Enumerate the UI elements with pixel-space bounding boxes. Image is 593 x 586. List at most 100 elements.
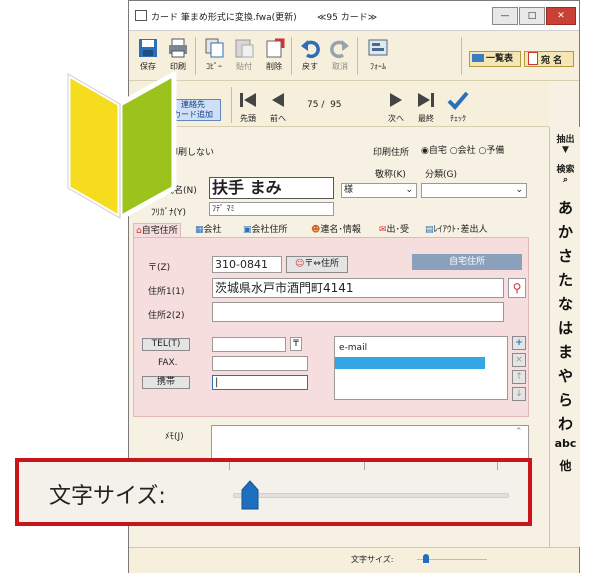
- skip-last-icon: [418, 93, 434, 107]
- window-title: カード 筆まめ形式に変換.fwa(更新): [151, 13, 297, 23]
- tab-home-address[interactable]: ⌂自宅住所: [133, 223, 181, 237]
- name-field[interactable]: 扶手 まみ: [209, 177, 334, 199]
- radio-company[interactable]: ○会社: [450, 146, 476, 156]
- category-select[interactable]: ⌄: [421, 183, 527, 198]
- tab-sent-received[interactable]: ✉出･受: [377, 223, 411, 237]
- honorific-value: 様: [344, 185, 354, 195]
- mail-icon: ✉: [379, 225, 387, 235]
- minimize-button[interactable]: —: [492, 7, 518, 25]
- form-button[interactable]: ﾌｫｰﾑ: [363, 35, 393, 77]
- index-ra[interactable]: ら: [550, 389, 581, 410]
- email-label: e-mail: [339, 343, 368, 353]
- status-text-size-thumb[interactable]: [423, 554, 429, 563]
- index-other[interactable]: 他: [550, 457, 581, 474]
- address1-field[interactable]: 茨城県水戸市酒門町4141: [212, 278, 504, 298]
- radio-spare[interactable]: ○予備: [479, 146, 505, 156]
- index-abc[interactable]: abc: [550, 437, 581, 450]
- redo-label: 取消: [332, 62, 348, 71]
- check-label: ﾁｪｯｸ: [450, 114, 466, 123]
- fax-field[interactable]: [212, 356, 308, 371]
- address2-field[interactable]: [212, 302, 504, 322]
- toolbar-divider: [461, 37, 462, 75]
- status-text-size-label: 文字サイズ:: [351, 555, 394, 564]
- add-email-button[interactable]: +: [512, 336, 526, 350]
- search-icon: ⌕: [562, 175, 569, 185]
- toolbar-divider: [357, 37, 358, 75]
- mobile-label-button[interactable]: 携帯: [142, 376, 190, 389]
- honorific-select[interactable]: 様 ⌄: [341, 183, 417, 198]
- radio-home[interactable]: ◉自宅: [421, 146, 447, 156]
- next-icon: [390, 93, 402, 107]
- skip-first-icon: [240, 93, 256, 107]
- face-icon: ☺: [295, 259, 305, 269]
- tel-label-button[interactable]: TEL(T): [142, 338, 190, 351]
- first-record-button[interactable]: 先頭: [233, 87, 263, 125]
- nav-divider: [231, 87, 232, 123]
- index-wa[interactable]: わ: [550, 413, 581, 434]
- mobile-field[interactable]: |: [212, 375, 308, 390]
- zip-address-convert-button[interactable]: ☺〒⇔住所: [286, 256, 348, 273]
- index-na[interactable]: な: [550, 293, 581, 314]
- index-ka[interactable]: か: [550, 221, 581, 242]
- address-tabs: ⌂自宅住所 ▦会社 ▣会社住所 ☻連名･情報 ✉出･受 ▤ﾚｲｱｳﾄ･差出人: [133, 223, 529, 237]
- tab-layout-sender[interactable]: ▤ﾚｲｱｳﾄ･差出人: [423, 223, 490, 237]
- phone-icon: ₸: [293, 339, 299, 349]
- phone-options-button[interactable]: ₸: [290, 337, 302, 351]
- print-icon: [169, 38, 187, 58]
- tel-field[interactable]: [212, 337, 286, 352]
- next-label: 次へ: [388, 114, 404, 123]
- undo-button[interactable]: 戻す: [295, 35, 325, 77]
- chevron-down-icon: ⌄: [515, 185, 523, 195]
- index-ta[interactable]: た: [550, 269, 581, 290]
- index-ha[interactable]: は: [550, 317, 581, 338]
- tab-company-address[interactable]: ▣会社住所: [241, 223, 290, 237]
- scroll-up-icon[interactable]: ⌃: [515, 427, 523, 437]
- remove-email-button[interactable]: ×: [512, 353, 526, 367]
- print-address-radio-group: ◉自宅 ○会社 ○予備: [421, 143, 504, 156]
- building-icon: ▦: [195, 225, 204, 235]
- email-side-buttons: + × ↑ ↓: [512, 336, 526, 402]
- text-size-slider-thumb[interactable]: [241, 480, 259, 510]
- navigation-bar: 連絡先 カード追加 先頭 前へ 75 / 95 次へ 最終 ﾁｪｯｸ: [129, 81, 549, 127]
- search-button[interactable]: 検索 ⌕: [550, 165, 581, 185]
- next-record-button[interactable]: 次へ: [381, 87, 411, 125]
- tick-mark: [364, 462, 365, 470]
- form-icon: [368, 39, 388, 56]
- previous-icon: [272, 93, 284, 107]
- index-ma[interactable]: ま: [550, 341, 581, 362]
- extract-button[interactable]: 抽出 ▼: [550, 135, 581, 155]
- zip-field[interactable]: 310-0841: [212, 256, 282, 273]
- previous-record-button[interactable]: 前へ: [263, 87, 293, 125]
- email-selected-row[interactable]: [335, 357, 485, 369]
- close-button[interactable]: ✕: [546, 7, 576, 25]
- redo-button[interactable]: 取消: [325, 35, 355, 77]
- text-size-label: 文字サイズ:: [49, 484, 166, 509]
- layout-icon: ▤: [425, 225, 434, 235]
- home-address-badge: 自宅住所: [412, 254, 522, 270]
- text-size-slider-track[interactable]: [233, 493, 509, 498]
- status-bar: 文字サイズ:: [129, 547, 579, 573]
- furigana-field[interactable]: ﾌﾃﾞ ﾏﾐ: [209, 202, 334, 216]
- map-pin-button[interactable]: ⚲: [508, 278, 526, 298]
- tab-joint-name-info[interactable]: ☻連名･情報: [309, 223, 363, 237]
- move-up-button[interactable]: ↑: [512, 370, 526, 384]
- delete-icon: [266, 38, 285, 58]
- index-sa[interactable]: さ: [550, 245, 581, 266]
- move-down-button[interactable]: ↓: [512, 387, 526, 401]
- last-record-button[interactable]: 最終: [411, 87, 441, 125]
- index-ya[interactable]: や: [550, 365, 581, 386]
- index-a[interactable]: あ: [550, 197, 581, 218]
- maximize-button[interactable]: □: [519, 7, 545, 25]
- list-view-button[interactable]: 一覧表: [469, 51, 521, 67]
- address-button[interactable]: 宛 名: [524, 51, 574, 67]
- list-view-label: 一覧表: [486, 54, 514, 64]
- delete-button[interactable]: 削除: [259, 35, 289, 77]
- copy-button[interactable]: ｺﾋﾟｰ: [199, 35, 229, 77]
- title-bar: カード 筆まめ形式に変換.fwa(更新) ≪95 カード≫ — □ ✕: [129, 1, 579, 31]
- check-button[interactable]: ﾁｪｯｸ: [443, 87, 473, 125]
- honorific-label: 敬称(K): [375, 170, 406, 180]
- tab-company[interactable]: ▦会社: [193, 223, 224, 237]
- email-list[interactable]: e-mail: [334, 336, 508, 400]
- slider-thumb-icon: [241, 480, 259, 510]
- paste-button[interactable]: 貼付: [229, 35, 259, 77]
